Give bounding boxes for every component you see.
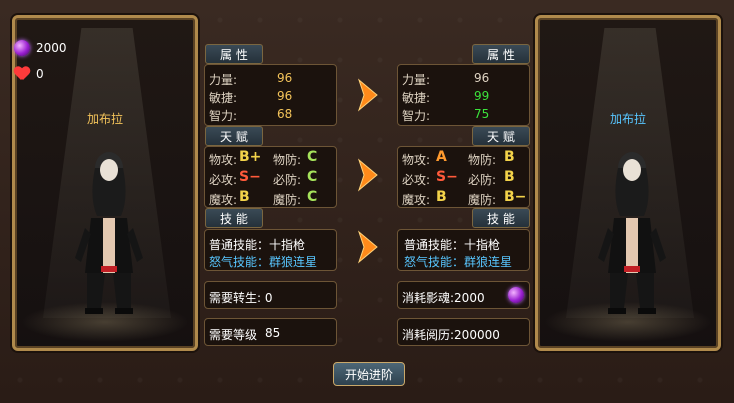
normal-skill: 普通技能：十指枪 (209, 238, 306, 252)
arrow-right-icon (357, 230, 378, 264)
talent-grade: B (239, 189, 250, 205)
cost-experience: 消耗阅历:200000 (397, 318, 530, 346)
attr-label: 力量: (209, 73, 238, 87)
talent-grade: S− (239, 169, 261, 185)
attr-label: 力量: (402, 73, 431, 87)
talent-label: 物攻: (209, 153, 238, 167)
attr-value: 96 (277, 71, 293, 85)
start-advance-button[interactable]: 开始进阶 (333, 362, 405, 386)
character-name: 加布拉 (86, 112, 123, 126)
requirement-level: 需要等级 85 (204, 318, 337, 346)
talent-label: 必防: (273, 173, 302, 187)
talent-grade: B− (504, 189, 527, 205)
arrow-right-icon (357, 78, 378, 112)
normal-skill: 普通技能：十指枪 (404, 238, 501, 252)
tab-skills: 技 能 (472, 208, 530, 228)
attr-label: 敏捷: (209, 91, 238, 105)
talent-label: 物防: (468, 153, 497, 167)
talent-grade: B (436, 189, 447, 205)
talent-grade: B (504, 149, 515, 165)
talent-grade: S− (436, 169, 458, 185)
attr-value: 99 (474, 89, 490, 103)
tab-talent: 天 赋 (205, 126, 263, 146)
talent-label: 必攻: (402, 173, 431, 187)
talent-label: 物攻: (402, 153, 431, 167)
heart-icon (14, 67, 30, 81)
current-character-portrait: 加布拉 (12, 15, 198, 351)
talent-label: 魔攻: (209, 193, 238, 207)
talent-grade: B+ (239, 149, 262, 165)
tab-talent: 天 赋 (472, 126, 530, 146)
purple-gem-icon (508, 287, 524, 303)
attributes-panel-left: 力量: 96 敏捷: 96 智力: 68 (204, 64, 337, 126)
character-sprite (598, 152, 666, 314)
heart-count: 0 (36, 67, 44, 81)
talent-label: 物防: (273, 153, 302, 167)
gem-count: 2000 (36, 41, 67, 55)
attr-label: 敏捷: (402, 91, 431, 105)
purple-gem-icon (14, 40, 30, 56)
skills-panel-left: 普通技能：十指枪 怒气技能：群狼连星 (204, 229, 337, 271)
cost-shadow-soul: 消耗影魂:2000 (397, 281, 530, 309)
attr-value: 96 (277, 89, 293, 103)
requirement-label: 需要等级 (209, 328, 258, 342)
talent-label: 必攻: (209, 173, 238, 187)
talent-grade: C (307, 189, 318, 205)
attr-value: 68 (277, 107, 293, 121)
arrow-right-icon (357, 158, 378, 192)
skills-panel-right: 普通技能：十指枪 怒气技能：群狼连星 (397, 229, 530, 271)
tab-skills: 技 能 (205, 208, 263, 228)
requirement-reincarnation: 需要转生: 0 (204, 281, 337, 309)
attr-value: 96 (474, 71, 490, 85)
cost-text: 消耗阅历:200000 (402, 328, 500, 342)
talent-panel-right: 物攻: A 物防: B 必攻: S− 必防: B 魔攻: B 魔防: B− (397, 146, 530, 208)
attr-label: 智力: (402, 109, 431, 123)
cost-text: 消耗影魂:2000 (402, 291, 485, 305)
gem-counter: 2000 (14, 40, 67, 56)
tab-attributes: 属 性 (205, 44, 263, 64)
talent-grade: C (307, 169, 318, 185)
talent-panel-left: 物攻: B+ 物防: C 必攻: S− 必防: C 魔攻: B 魔防: C (204, 146, 337, 208)
requirement-text: 需要转生: 0 (209, 291, 273, 305)
attributes-panel-right: 力量: 96 敏捷: 99 智力: 75 (397, 64, 530, 126)
tab-attributes: 属 性 (472, 44, 530, 64)
attr-label: 智力: (209, 109, 238, 123)
advanced-character-portrait: 加布拉 (535, 15, 721, 351)
character-sprite (75, 152, 143, 314)
rage-skill: 怒气技能：群狼连星 (404, 255, 513, 269)
requirement-value: 85 (265, 326, 281, 340)
heart-counter: 0 (14, 67, 44, 81)
talent-label: 必防: (468, 173, 497, 187)
talent-label: 魔防: (273, 193, 302, 207)
rage-skill: 怒气技能：群狼连星 (209, 255, 318, 269)
talent-grade: C (307, 149, 318, 165)
character-name: 加布拉 (609, 112, 646, 126)
talent-grade: A (436, 149, 447, 165)
talent-label: 魔攻: (402, 193, 431, 207)
attr-value: 75 (474, 107, 490, 121)
talent-grade: B (504, 169, 515, 185)
talent-label: 魔防: (468, 193, 497, 207)
